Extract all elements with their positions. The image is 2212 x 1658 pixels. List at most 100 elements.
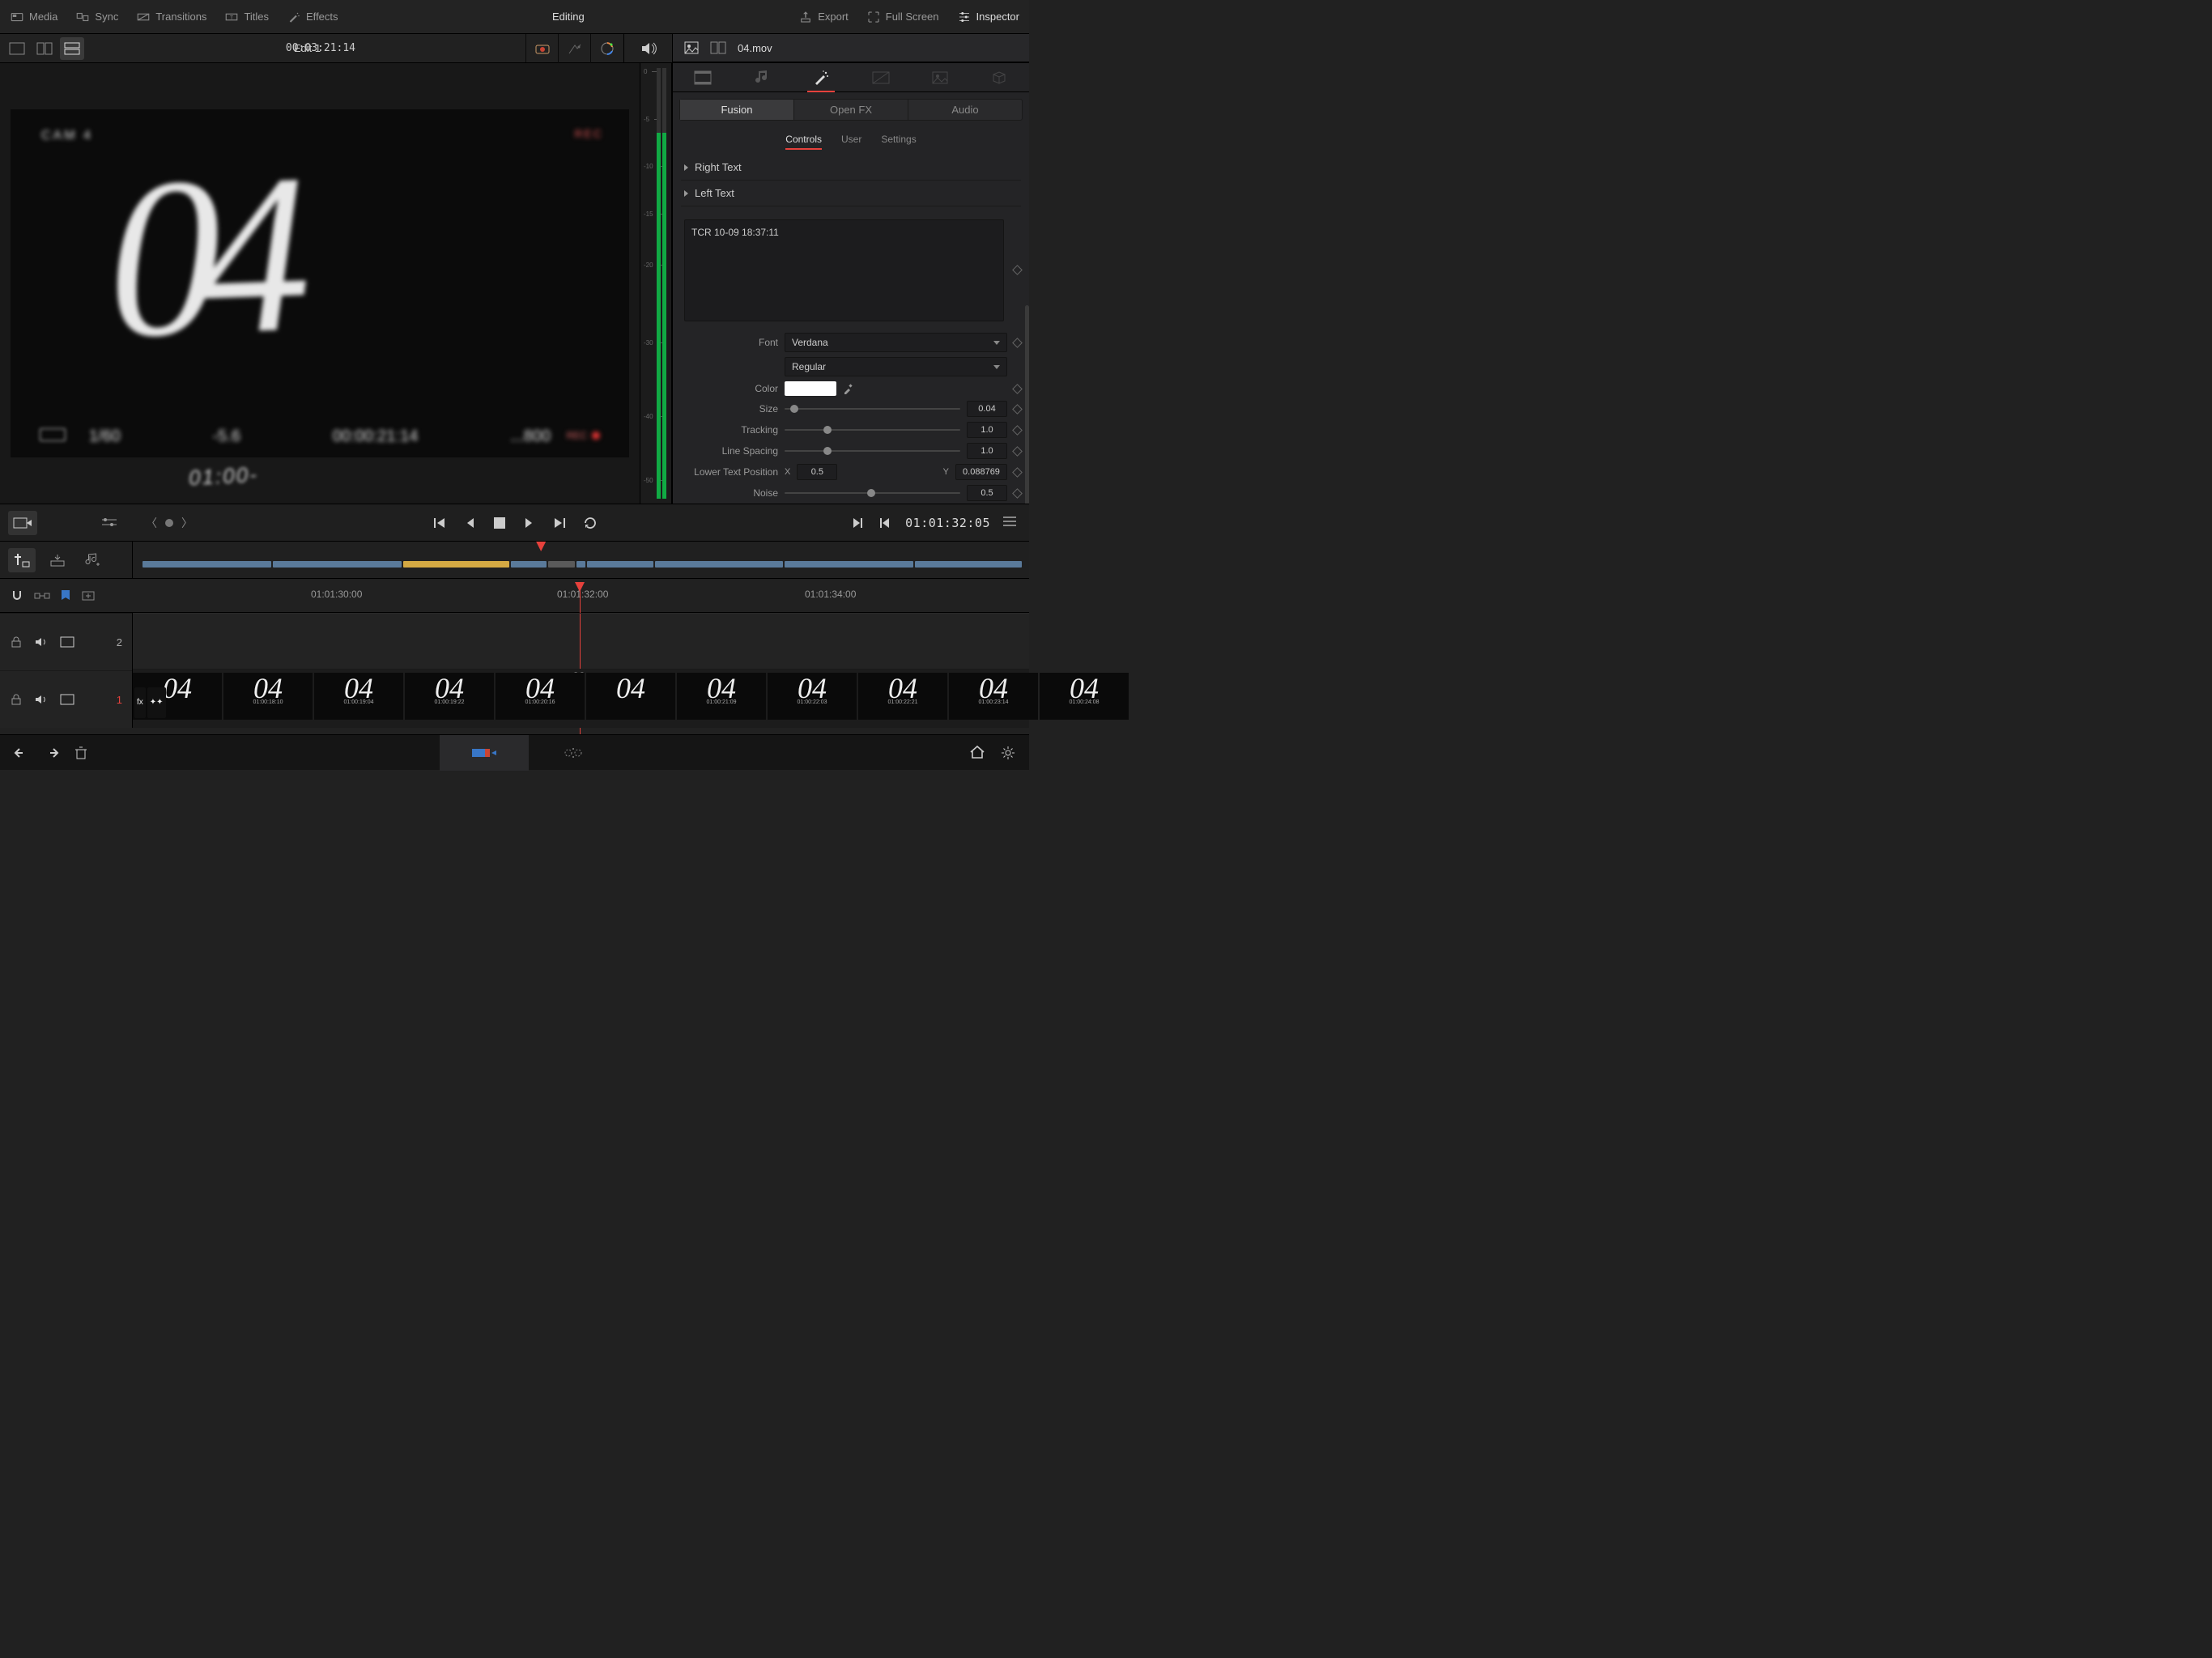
tab-controls[interactable]: Controls <box>785 130 822 150</box>
inspector-tab-effects[interactable] <box>804 66 838 90</box>
timeline-ruler[interactable]: 01:01:30:00 01:01:32:00 01:01:34:00 <box>133 579 1029 612</box>
loop-button[interactable] <box>583 516 598 530</box>
keyframe-button[interactable] <box>1014 427 1021 434</box>
fullscreen-button[interactable]: Full Screen <box>866 10 939 24</box>
mute-icon[interactable] <box>34 693 49 706</box>
export-button[interactable]: Export <box>798 10 849 24</box>
play-button[interactable] <box>521 516 536 530</box>
size-value[interactable]: 0.04 <box>967 401 1007 417</box>
clip-thumbnail[interactable]: 0401:00:18:10 <box>223 673 313 720</box>
lock-icon[interactable] <box>10 693 23 706</box>
prev-edit-button[interactable]: 〈 <box>146 515 157 531</box>
inspector-button[interactable]: Inspector <box>957 10 1019 24</box>
home-button[interactable] <box>969 745 985 761</box>
ltp-y-value[interactable]: 0.088769 <box>955 464 1007 480</box>
inspector-tab-video[interactable] <box>686 66 720 90</box>
media-menu[interactable]: Media <box>10 10 57 24</box>
metadata-icon[interactable] <box>684 41 699 54</box>
keyframe-button[interactable] <box>1014 448 1021 455</box>
ltp-x-value[interactable]: 0.5 <box>797 464 837 480</box>
mini-playhead-icon[interactable] <box>536 542 546 551</box>
clip-thumbnail[interactable]: 0401:00:24:08 <box>1040 673 1129 720</box>
prev-clip-button[interactable] <box>878 516 892 530</box>
clip-thumbnail[interactable]: 0401:00:19:22 <box>405 673 494 720</box>
clip-thumbnail[interactable]: 0401:00:22:21 <box>858 673 947 720</box>
inspector-scrollbar[interactable] <box>1025 305 1029 504</box>
record-button[interactable] <box>165 519 173 527</box>
bypass-fx-button[interactable] <box>559 34 591 63</box>
tracking-value[interactable]: 1.0 <box>967 422 1007 438</box>
keyframe-button[interactable] <box>1014 339 1021 346</box>
go-end-button[interactable] <box>552 516 567 530</box>
section-right-text[interactable]: Right Text <box>681 155 1021 181</box>
inspector-tab-transition[interactable] <box>864 66 898 90</box>
trash-button[interactable] <box>74 746 87 760</box>
clip-thumbnail[interactable]: 0401:00:21:09 <box>677 673 766 720</box>
transitions-menu[interactable]: Transitions <box>136 10 206 24</box>
audio-insert-button[interactable] <box>79 548 107 572</box>
trim-mode-button[interactable] <box>8 511 37 535</box>
clip-thumbnail[interactable]: 04 <box>586 673 675 720</box>
clip-thumbnail[interactable]: 0401:00:23:14 <box>949 673 1038 720</box>
font-select[interactable]: Verdana <box>785 333 1007 352</box>
eyedropper-icon[interactable] <box>843 383 854 394</box>
viewer-timecode[interactable]: 00:03:21:14 <box>278 42 364 54</box>
edit-tool-button[interactable] <box>8 548 36 572</box>
noise-value[interactable]: 0.5 <box>967 485 1007 501</box>
keyframe-button[interactable] <box>1014 469 1021 476</box>
weight-select[interactable]: Regular <box>785 357 1007 376</box>
view-mode-1[interactable] <box>5 37 29 60</box>
dual-view-icon[interactable] <box>710 41 726 54</box>
clip-thumbnail[interactable]: 0401:00:19:04 <box>314 673 403 720</box>
inspector-tab-audio[interactable] <box>745 66 779 90</box>
link-button[interactable] <box>34 590 50 602</box>
mixer-button[interactable] <box>96 511 125 535</box>
marker-button[interactable] <box>60 589 71 603</box>
track-v1[interactable]: ⎡•⎤ 04fx✦✦0401:00:18:100401:00:19:040401… <box>133 670 1029 728</box>
linespacing-slider[interactable] <box>785 450 960 452</box>
keyframe-button[interactable] <box>1014 490 1021 497</box>
track-header-v1[interactable]: 1 <box>0 670 132 728</box>
clip-thumbnail[interactable]: 0401:00:22:03 <box>768 673 857 720</box>
inspector-tab-image[interactable] <box>923 66 957 90</box>
page-cut[interactable] <box>440 735 529 771</box>
next-clip-button[interactable] <box>850 516 865 530</box>
mute-button[interactable] <box>623 34 672 62</box>
color-wheel-button[interactable] <box>591 34 623 63</box>
capture-button[interactable] <box>526 34 559 63</box>
undo-button[interactable] <box>13 746 29 760</box>
mute-icon[interactable] <box>34 636 49 648</box>
step-back-button[interactable] <box>463 516 478 530</box>
go-start-button[interactable] <box>432 516 447 530</box>
tab-openfx[interactable]: Open FX <box>794 100 908 120</box>
options-menu-button[interactable] <box>1003 517 1016 529</box>
snap-button[interactable] <box>10 589 24 603</box>
stop-button[interactable] <box>494 517 505 529</box>
text-content-area[interactable]: TCR 10-09 18:37:11 <box>684 219 1004 321</box>
linespacing-value[interactable]: 1.0 <box>967 443 1007 459</box>
section-left-text[interactable]: Left Text <box>681 181 1021 206</box>
titles-menu[interactable]: T Titles <box>224 10 269 24</box>
tracking-slider[interactable] <box>785 429 960 431</box>
redo-button[interactable] <box>44 746 60 760</box>
clip-thumbnail[interactable]: 04fx✦✦ <box>133 673 222 720</box>
next-edit-button[interactable]: 〉 <box>181 515 193 531</box>
page-edit[interactable] <box>529 735 618 771</box>
tab-audio[interactable]: Audio <box>908 100 1022 120</box>
video-icon[interactable] <box>60 694 74 705</box>
track-v2[interactable] <box>133 613 1029 670</box>
color-swatch[interactable] <box>785 381 836 396</box>
clip-thumbnail[interactable]: 0401:00:20:16 <box>496 673 585 720</box>
track-header-v2[interactable]: 2 <box>0 613 132 670</box>
effects-menu[interactable]: Effects <box>287 10 338 24</box>
insert-button[interactable] <box>44 548 71 572</box>
settings-button[interactable] <box>1000 745 1016 761</box>
tab-user[interactable]: User <box>841 130 861 150</box>
inspector-tab-file[interactable] <box>982 66 1016 90</box>
view-mode-2[interactable] <box>32 37 57 60</box>
viewer[interactable]: CAM 4 REC 04 01:00- 1/60 -5.6 00:00:21:1… <box>0 63 640 504</box>
timeline-timecode[interactable]: 01:01:32:05 <box>905 516 990 530</box>
tab-settings-insp[interactable]: Settings <box>881 130 916 150</box>
view-mode-3[interactable] <box>60 37 84 60</box>
keyframe-button[interactable] <box>1014 406 1021 413</box>
